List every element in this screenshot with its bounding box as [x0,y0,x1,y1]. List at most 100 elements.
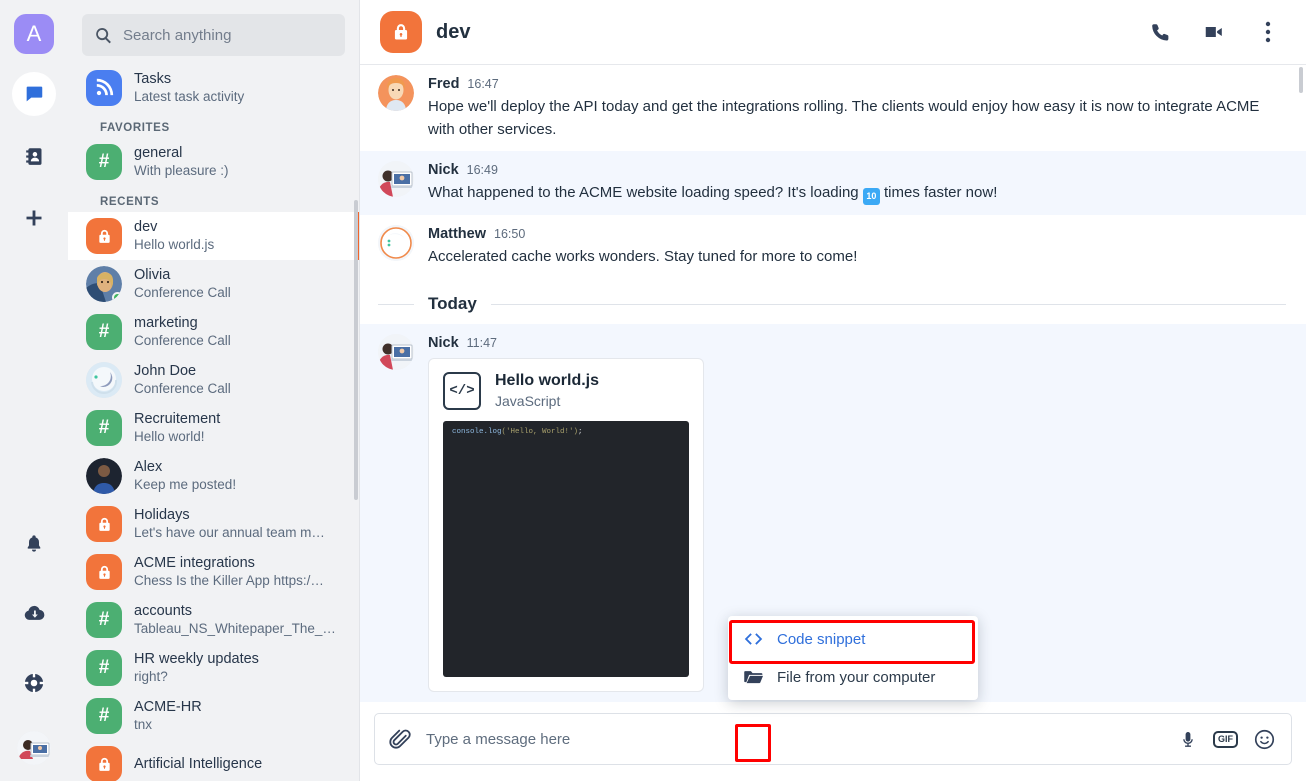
sidebar-item-text: ACME integrations Chess Is the Killer Ap… [134,554,347,590]
sidebar-item-title: HR weekly updates [134,651,259,667]
sidebar-item-olivia[interactable]: Olivia Conference Call [68,260,359,308]
rail-item-downloads[interactable] [12,591,56,635]
sidebar-item-tasks[interactable]: Tasks Latest task activity [68,64,359,112]
sidebar-item-alex[interactable]: Alex Keep me posted! [68,452,359,500]
sidebar-item-acme-hr[interactable]: # ACME-HR tnx [68,692,359,740]
rail-item-chats[interactable] [12,72,56,116]
sidebar-item-subtitle: tnx [134,717,153,732]
message-composer[interactable]: GIF [374,713,1292,765]
section-label-favorites: FAVORITES [100,122,170,134]
rail-item-contacts[interactable] [12,134,56,178]
snippet-code-suffix: ; [578,428,583,436]
message-meta: Matthew 16:50 [428,225,1286,243]
message-timestamp: 16:50 [494,227,526,241]
sidebar-item-subtitle: Latest task activity [134,89,245,104]
add-icon [24,208,44,228]
search-input[interactable] [123,26,333,44]
message-text: Accelerated cache works wonders. Stay tu… [428,248,858,265]
rail-bottom-group [12,495,56,781]
sidebar-item-acme-integrations[interactable]: ACME integrations Chess Is the Killer Ap… [68,548,359,596]
sidebar-item-title: accounts [134,603,193,619]
message-item: Fred 16:47 Hope we'll deploy the API tod… [360,65,1306,151]
lock-icon [86,218,122,254]
snippet-header: </> Hello world.js JavaScript [429,359,703,421]
sidebar-item-hr-weekly-updates[interactable]: # HR weekly updates right? [68,644,359,692]
message-text-before: What happened to the ACME website loadin… [428,184,863,201]
menu-item-code-snippet[interactable]: Code snippet [728,620,978,658]
message-scrollbar[interactable] [1299,67,1303,93]
menu-item-label: File from your computer [777,668,936,686]
sidebar-item-text: Holidays Let's have our annual team m… [134,506,347,542]
sidebar-item-text: John Doe Conference Call [134,362,347,398]
microphone-icon[interactable] [1179,729,1197,750]
message-author: Nick [428,335,459,351]
phone-call-button[interactable] [1140,12,1180,52]
code-snippet-card[interactable]: </> Hello world.js JavaScript console.lo… [428,358,704,692]
emoji-icon[interactable] [1254,729,1275,750]
current-user-avatar[interactable] [17,731,51,765]
message-input[interactable] [426,730,1165,748]
app-logo[interactable]: A [14,14,54,54]
hash-icon: # [86,144,122,180]
sidebar-item-title: marketing [134,315,198,331]
sidebar-item-text: Tasks Latest task activity [134,70,347,106]
conversation-sidebar: Tasks Latest task activity FAVORITES # g… [68,0,360,781]
avatar [86,362,122,398]
sidebar-item-recruitement[interactable]: # Recruitement Hello world! [68,404,359,452]
paperclip-icon[interactable] [389,728,412,751]
sidebar-item-general[interactable]: # general With pleasure :) [68,138,359,186]
conversation-list: Tasks Latest task activity FAVORITES # g… [68,64,359,781]
sidebar-item-marketing[interactable]: # marketing Conference Call [68,308,359,356]
menu-item-label: Code snippet [777,630,866,648]
sidebar-item-holidays[interactable]: Holidays Let's have our annual team m… [68,500,359,548]
message-author: Nick [428,162,459,178]
code-brackets-icon [744,632,763,646]
search-box[interactable] [82,14,345,56]
sidebar-item-text: Olivia Conference Call [134,266,347,302]
composer-actions: GIF [1179,729,1275,750]
more-options-button[interactable] [1248,12,1288,52]
sidebar-item-subtitle: Conference Call [134,285,231,300]
avatar [378,225,414,261]
menu-item-file-from-computer[interactable]: File from your computer [728,658,978,696]
life-ring-icon [23,672,45,694]
sidebar-item-subtitle: right? [134,669,168,684]
hash-icon: # [86,410,122,446]
sidebar-item-title: Tasks [134,71,172,87]
video-call-button[interactable] [1194,12,1234,52]
message-text-after: times faster now! [879,184,998,201]
message-author: Matthew [428,226,486,242]
rail-item-help[interactable] [12,661,56,705]
sidebar-item-subtitle: Conference Call [134,381,231,396]
sidebar-item-title: Recruitement [134,411,221,427]
sidebar-scrollbar[interactable] [354,200,358,500]
snippet-code-string: ('Hello, World!') [501,428,579,436]
chat-header: dev [360,0,1306,65]
message-timestamp: 16:47 [467,77,499,91]
sidebar-item-title: John Doe [134,363,197,379]
rail-item-add[interactable] [12,196,56,240]
sidebar-item-accounts[interactable]: # accounts Tableau_NS_Whitepaper_The_… [68,596,359,644]
sidebar-item-subtitle: Hello world! [134,429,205,444]
avatar [378,75,414,111]
folder-icon [744,669,763,685]
hash-icon: # [86,602,122,638]
sidebar-item-text: Alex Keep me posted! [134,458,347,494]
sidebar-item-title: dev [134,219,158,235]
sidebar-item-subtitle: Chess Is the Killer App https:/… [134,573,324,588]
message-text: What happened to the ACME website loadin… [428,179,1286,205]
more-options-icon [1265,21,1271,43]
sidebar-item-dev[interactable]: dev Hello world.js [68,212,359,260]
hash-icon: # [86,698,122,734]
sidebar-item-text: Recruitement Hello world! [134,410,347,446]
sidebar-item-john-doe[interactable]: John Doe Conference Call [68,356,359,404]
rail-item-notifications[interactable] [12,521,56,565]
sidebar-item-artificial-intelligence[interactable]: Artificial Intelligence [68,740,359,781]
sidebar-item-subtitle: With pleasure :) [134,163,229,178]
cloud-download-icon [23,603,45,623]
sidebar-item-text: Artificial Intelligence [134,755,347,773]
chat-icon [23,83,45,105]
sidebar-item-title: ACME-HR [134,699,202,715]
gif-icon[interactable]: GIF [1213,730,1238,748]
contacts-icon [24,146,45,167]
